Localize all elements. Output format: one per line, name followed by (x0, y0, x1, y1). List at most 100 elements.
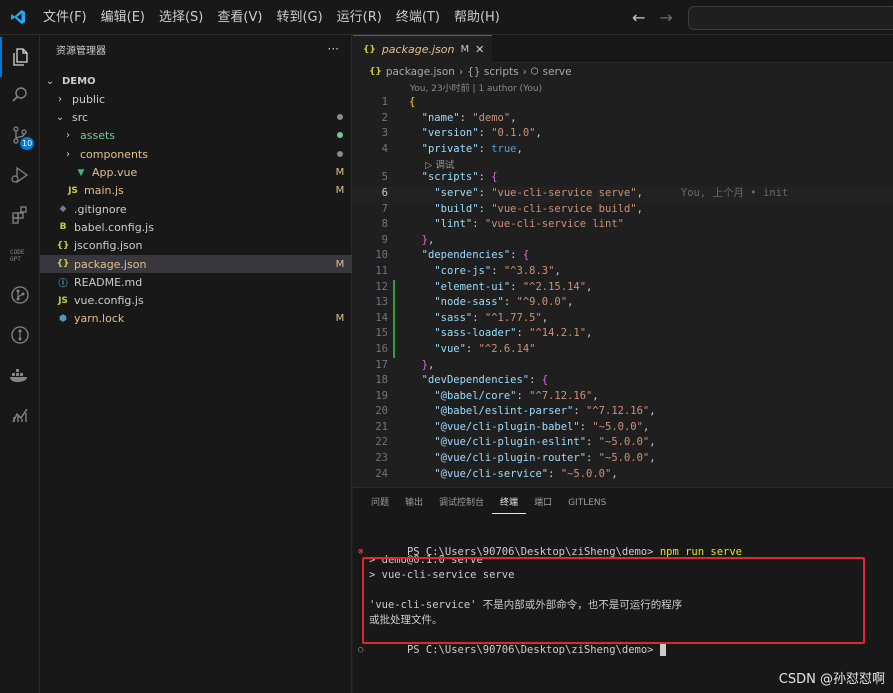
gitlens-icon[interactable] (0, 315, 40, 355)
tree-item[interactable]: {} package.json M (40, 255, 352, 273)
code-line: 16 "vue": "^2.6.14" (353, 341, 893, 358)
tree-item-label: .gitignore (74, 202, 127, 216)
forward-arrow-icon[interactable]: → (659, 8, 672, 27)
bottom-panel: 问题 输出 调试控制台 终端 端口 GITLENS ⊗ PS C:\Users\90706\… (353, 487, 893, 693)
editor-tabs: {} package.json M ✕ (353, 35, 893, 63)
prompt-dot-icon: ○ (358, 645, 364, 655)
line-number: 19 (375, 389, 388, 402)
tree-item[interactable]: {} jsconfig.json (40, 237, 352, 255)
tree-item-label: jsconfig.json (74, 239, 143, 253)
debug-codelens[interactable]: ▷ 调试 (353, 157, 893, 171)
tree-item-label: vue.config.js (74, 294, 144, 308)
tree-item-label: assets (80, 129, 116, 143)
close-icon[interactable]: ✕ (475, 43, 484, 56)
code-line: 8 "lint": "vue-cli-service lint" (353, 217, 893, 233)
tree-item-label: components (80, 147, 148, 161)
menu-run[interactable]: 运行(R) (330, 0, 389, 35)
code-line: 18 "devDependencies": { (353, 373, 893, 389)
terminal-cursor (659, 644, 666, 656)
git-added-gutter (393, 341, 395, 358)
tree-item[interactable]: › assets (40, 127, 352, 145)
file-type-icon: {} (56, 259, 70, 269)
panel-tab[interactable]: 终端 (492, 492, 527, 514)
panel-tab[interactable]: 调试控制台 (431, 488, 492, 518)
code-line: 6 "serve": "vue-cli-service serve", You,… (353, 185, 893, 202)
tree-item[interactable]: ⌄ DEMO (40, 72, 352, 90)
tree-item-label: public (72, 92, 106, 106)
codegpt-icon[interactable]: CODE GPT (0, 235, 40, 275)
more-actions-icon[interactable]: ··· (328, 42, 339, 56)
chevron-icon: ⌄ (45, 75, 55, 87)
tree-item[interactable]: Bbabel.config.js (40, 218, 352, 236)
explorer-header: 资源管理器 ··· (40, 35, 351, 63)
command-center-search[interactable] (688, 6, 893, 30)
code-line: 7 "build": "vue-cli-service build", (353, 202, 893, 218)
tree-item[interactable]: ▼ App.vue M (40, 164, 352, 182)
file-type-icon: {} (56, 240, 70, 251)
vscode-logo-icon (0, 0, 36, 35)
line-number: 4 (381, 142, 388, 155)
git-status-badge: M (335, 167, 345, 178)
tree-item[interactable]: ⓘ README.md (40, 273, 352, 291)
source-control-icon[interactable]: 10 (0, 115, 40, 155)
run-debug-icon[interactable] (0, 155, 40, 195)
code-text: "version": "0.1.0", (421, 127, 542, 140)
tree-item-label: main.js (84, 184, 124, 198)
file-type-icon: ▼ (77, 167, 85, 178)
panel-tab[interactable]: 端口 (526, 488, 560, 518)
tree-item[interactable]: › public (40, 90, 352, 108)
code-text: "build": "vue-cli-service build", (434, 202, 643, 215)
explorer-title: 资源管理器 (56, 45, 106, 57)
breadcrumb-serve-icon: ⬡ (530, 67, 539, 77)
search-icon[interactable] (0, 75, 40, 115)
code-text: "dependencies": { (421, 249, 530, 262)
breadcrumb-file-icon: {} (369, 67, 382, 77)
tree-item[interactable]: JS vue.config.js (40, 292, 352, 310)
explorer-icon[interactable] (0, 37, 40, 77)
gitlens-blame-header[interactable]: You, 23小时前 | 1 author (You) (353, 81, 893, 95)
breadcrumb-serve[interactable]: serve (543, 66, 572, 78)
extensions-icon[interactable] (0, 195, 40, 235)
inline-blame: You, 上个月 • init (642, 186, 789, 199)
tree-item[interactable]: ◆ .gitignore (40, 200, 352, 218)
menu-selection[interactable]: 选择(S) (152, 0, 210, 35)
code-line: 5 "scripts": { (353, 170, 893, 186)
code-line: 13 "node-sass": "^9.0.0", (353, 295, 893, 311)
menu-file[interactable]: 文件(F) (36, 0, 94, 35)
tree-item[interactable]: ⌄ src (40, 109, 352, 127)
git-status-badge: M (335, 185, 345, 197)
code-text: "@vue/cli-plugin-babel": "~5.0.0", (434, 420, 650, 433)
code-text: "private": true, (421, 142, 523, 155)
panel-tab[interactable]: GITLENS (560, 488, 614, 518)
docker-icon[interactable] (0, 355, 40, 395)
tree-item[interactable]: › components (40, 145, 352, 163)
panel-tab[interactable]: 问题 (363, 488, 397, 518)
menu-terminal[interactable]: 终端(T) (389, 0, 447, 35)
code-line: 11 "core-js": "^3.8.3", (353, 264, 893, 280)
menu-edit[interactable]: 编辑(E) (94, 0, 152, 35)
git-graph-icon[interactable] (0, 275, 40, 315)
git-status-dot (328, 130, 352, 141)
menu-view[interactable]: 查看(V) (210, 0, 269, 35)
code-line: 1{ (353, 95, 893, 111)
breadcrumb-scripts[interactable]: {} scripts (467, 66, 518, 78)
code-text: "scripts": { (421, 171, 498, 184)
git-status-dot (328, 149, 352, 160)
highlight-annotation-box (362, 557, 865, 644)
tree-item[interactable]: ⬢ yarn.lock M (40, 310, 352, 328)
line-number: 11 (375, 264, 388, 277)
line-number: 14 (375, 311, 388, 324)
tab-package-json[interactable]: {} package.json M ✕ (353, 35, 493, 63)
back-arrow-icon[interactable]: ← (632, 8, 645, 27)
line-number: 21 (375, 420, 388, 433)
chart-activity-icon[interactable] (0, 395, 40, 435)
code-text: "element-ui": "^2.15.14", (434, 280, 593, 293)
menu-go[interactable]: 转到(G) (269, 0, 329, 35)
panel-tab[interactable]: 输出 (397, 488, 431, 518)
line-number: 22 (375, 436, 388, 449)
line-number: 3 (381, 127, 388, 140)
menu-help[interactable]: 帮助(H) (447, 0, 507, 35)
code-view[interactable]: 1{2 "name": "demo", 3 "version": "0.1.0",… (353, 95, 893, 482)
tree-item[interactable]: JS main.js M (40, 182, 352, 200)
breadcrumb-file[interactable]: package.json (386, 66, 455, 78)
